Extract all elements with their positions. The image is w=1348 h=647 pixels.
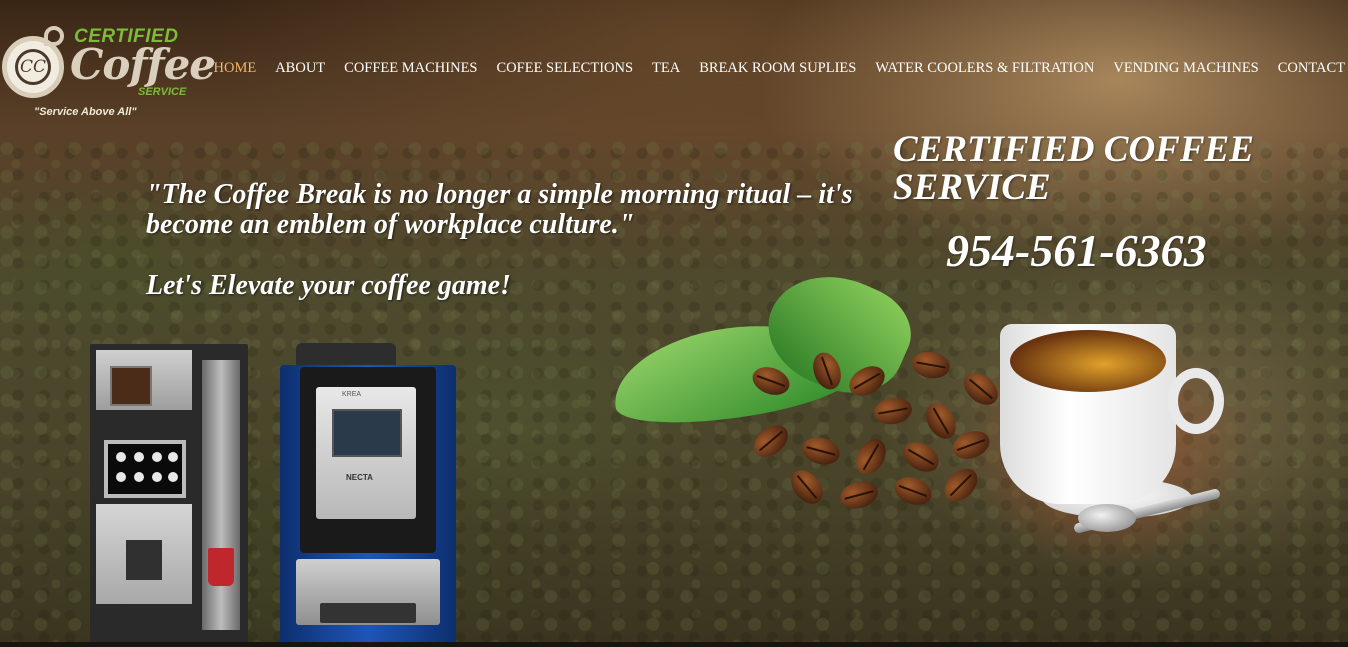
machine-glass-side <box>202 360 240 630</box>
coffee-bean-icon <box>850 434 892 480</box>
coffee-bean-icon <box>872 394 914 428</box>
coffee-bean-icon <box>920 398 962 444</box>
logo-cup-handle <box>44 26 64 46</box>
krea-drip-tray <box>320 603 416 623</box>
coffee-bean-icon <box>837 477 881 513</box>
hero-elevate-text: Let's Elevate your coffee game! <box>146 270 511 301</box>
logo-monogram: CC <box>15 49 51 85</box>
nav-break-room-suplies[interactable]: BREAK ROOM SUPLIES <box>690 58 866 80</box>
logo-coffee-text: Coffee <box>70 40 216 89</box>
coffee-bean-icon <box>910 348 952 382</box>
bean-hopper <box>110 366 152 406</box>
logo-tagline: "Service Above All" <box>34 106 137 118</box>
nav-water-coolers[interactable]: WATER COOLERS & FILTRATION <box>866 58 1104 80</box>
coffee-bean-icon <box>748 418 794 464</box>
logo-service-text: SERVICE <box>138 86 187 98</box>
main-navigation: HOME ABOUT COFFEE MACHINES COFEE SELECTI… <box>204 58 1348 80</box>
nav-contact[interactable]: CONTACT <box>1268 58 1348 80</box>
nav-home[interactable]: HOME <box>204 58 266 80</box>
coffee-crema <box>1010 330 1166 392</box>
site-logo[interactable]: CC CERTIFIED Coffee SERVICE "Service Abo… <box>0 26 216 126</box>
cup-handle <box>1168 368 1224 434</box>
spoon-icon <box>1078 504 1136 532</box>
nav-cofete-selections[interactable]: COFEE SELECTIONS <box>487 58 643 80</box>
necta-brand: NECTA <box>346 473 373 482</box>
red-cup-icon <box>208 548 234 586</box>
machine-spout <box>126 540 162 580</box>
nav-coffee-machines[interactable]: COFFEE MACHINES <box>335 58 487 80</box>
hero-quote: "The Coffee Break is no longer a simple … <box>146 179 853 240</box>
nav-about[interactable]: ABOUT <box>266 58 335 80</box>
coffee-bean-icon <box>799 433 843 469</box>
nav-vending-machines[interactable]: VENDING MACHINES <box>1104 58 1268 80</box>
coffee-cup-beans-image <box>606 254 1252 568</box>
coffee-bean-icon <box>784 464 830 510</box>
machine-touchscreen <box>104 440 186 498</box>
company-name-heading: CERTIFIED COFFEE SERVICE <box>893 129 1254 208</box>
coffee-bean-icon <box>890 472 936 510</box>
nav-tea[interactable]: TEA <box>643 58 690 80</box>
krea-label: KREA <box>342 391 362 398</box>
coffee-bean-icon <box>898 436 944 478</box>
coffee-machine-tall-image <box>90 344 248 647</box>
krea-coffee-machine-image: KREA NECTA <box>280 343 456 647</box>
krea-screen <box>332 409 402 457</box>
bottom-edge <box>0 642 1348 647</box>
